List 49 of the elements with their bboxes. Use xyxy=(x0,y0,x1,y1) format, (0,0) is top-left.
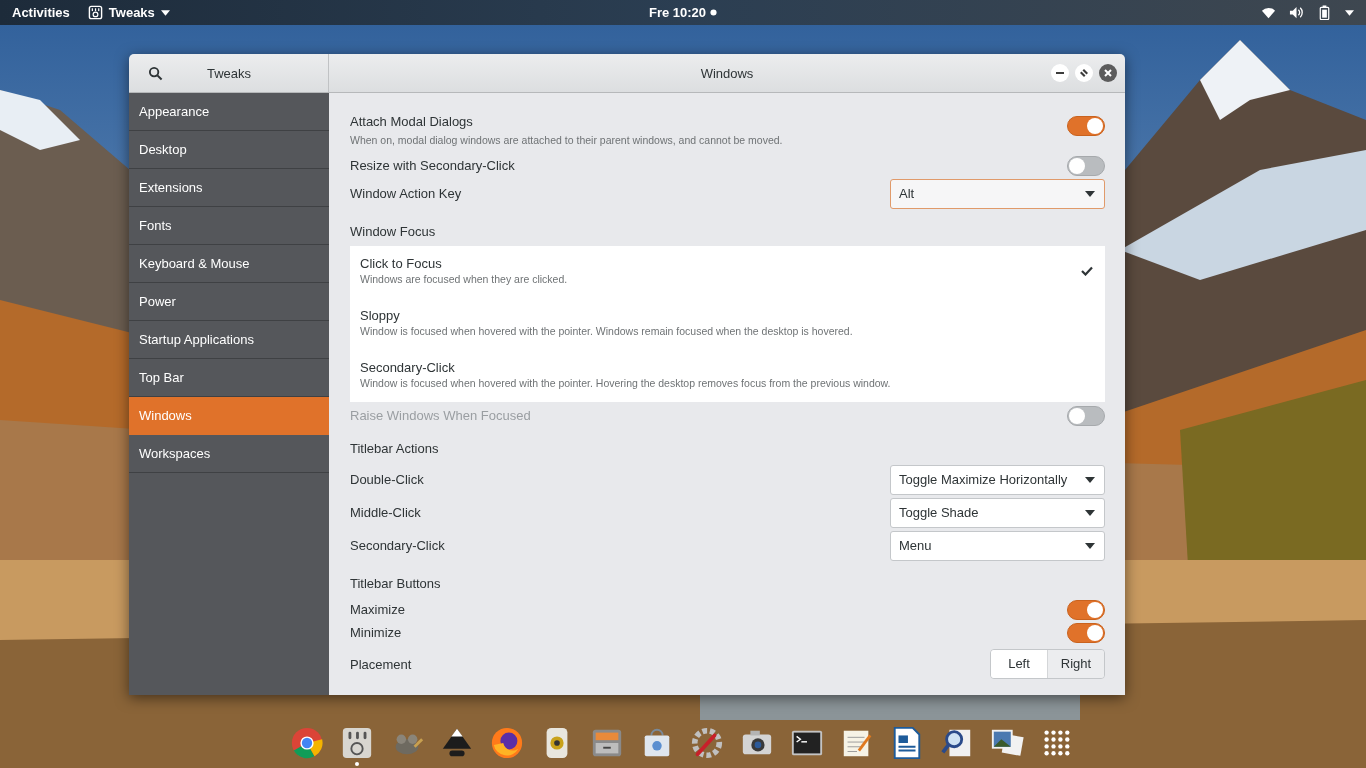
dropdown[interactable]: Toggle Shade xyxy=(890,497,1105,528)
activities-button[interactable]: Activities xyxy=(12,5,70,20)
wifi-icon[interactable] xyxy=(1261,5,1276,20)
toggle-switch[interactable] xyxy=(1067,116,1105,136)
dropdown[interactable]: Alt xyxy=(890,178,1105,209)
setting-label: Raise Windows When Focused xyxy=(350,408,531,423)
setting-label: Double-Click xyxy=(350,472,424,487)
globe-icon[interactable] xyxy=(490,726,524,760)
clock[interactable]: Fre 10:20 xyxy=(648,5,718,20)
caret-icon xyxy=(1085,542,1095,549)
choice-item[interactable]: Click to Focus Windows are focused when they are clicked. xyxy=(350,246,1105,298)
choice-item[interactable]: Secondary-Click Window is focused when hovered with the pointer. Hovering the desktop removes focus from the previous window. xyxy=(350,350,1105,402)
search-icon[interactable] xyxy=(148,65,163,81)
browser-icon[interactable] xyxy=(290,726,324,760)
sidebar-title: Tweaks xyxy=(207,65,252,81)
app-menu[interactable]: Tweaks xyxy=(87,5,170,20)
caret-icon xyxy=(1085,509,1095,516)
setting-label: Placement xyxy=(350,656,412,672)
setting-label: Maximize xyxy=(350,602,405,617)
section-heading: Titlebar Buttons xyxy=(350,576,442,593)
setting-label: Secondary-Click xyxy=(350,538,445,553)
close-button[interactable] xyxy=(1099,64,1117,82)
caret-icon[interactable] xyxy=(1345,9,1354,16)
caret-icon xyxy=(1085,476,1095,483)
choice-item[interactable]: Sloppy Window is focused when hovered with the pointer. Windows remain focused when the desktop is hovered. xyxy=(350,298,1105,350)
setting-label: Resize with Secondary-Click xyxy=(350,158,515,173)
dropdown[interactable]: Menu xyxy=(890,530,1105,561)
setting-label: Minimize xyxy=(350,625,402,640)
caret-icon xyxy=(1085,190,1095,197)
dot-icon xyxy=(710,9,718,16)
section-heading: Window Focus xyxy=(350,224,437,241)
setting-label: Window Action Key xyxy=(350,186,462,201)
caret-icon xyxy=(160,9,170,16)
dropdown[interactable]: Toggle Maximize Horizontally xyxy=(890,464,1105,495)
app-icon xyxy=(87,5,103,20)
setting-description: When on, modal dialog windows are attached to their parent windows, and cannot be moved. xyxy=(350,134,783,146)
section-heading: Titlebar Actions xyxy=(350,441,440,458)
window-title: Windows xyxy=(700,65,754,81)
maximize-button[interactable] xyxy=(1075,64,1093,82)
toggle-switch[interactable] xyxy=(1067,622,1105,643)
volume-icon[interactable] xyxy=(1289,5,1304,20)
segment-button[interactable]: Left xyxy=(991,650,1047,678)
setting-label: Middle-Click xyxy=(350,505,421,520)
segment-button[interactable]: Right xyxy=(1047,650,1104,678)
minimize-button[interactable] xyxy=(1051,64,1069,82)
toggle-switch[interactable] xyxy=(1067,155,1105,176)
battery-icon[interactable] xyxy=(1317,5,1332,20)
toggle-switch[interactable] xyxy=(1067,599,1105,620)
setting-label: Attach Modal Dialogs xyxy=(350,114,474,129)
